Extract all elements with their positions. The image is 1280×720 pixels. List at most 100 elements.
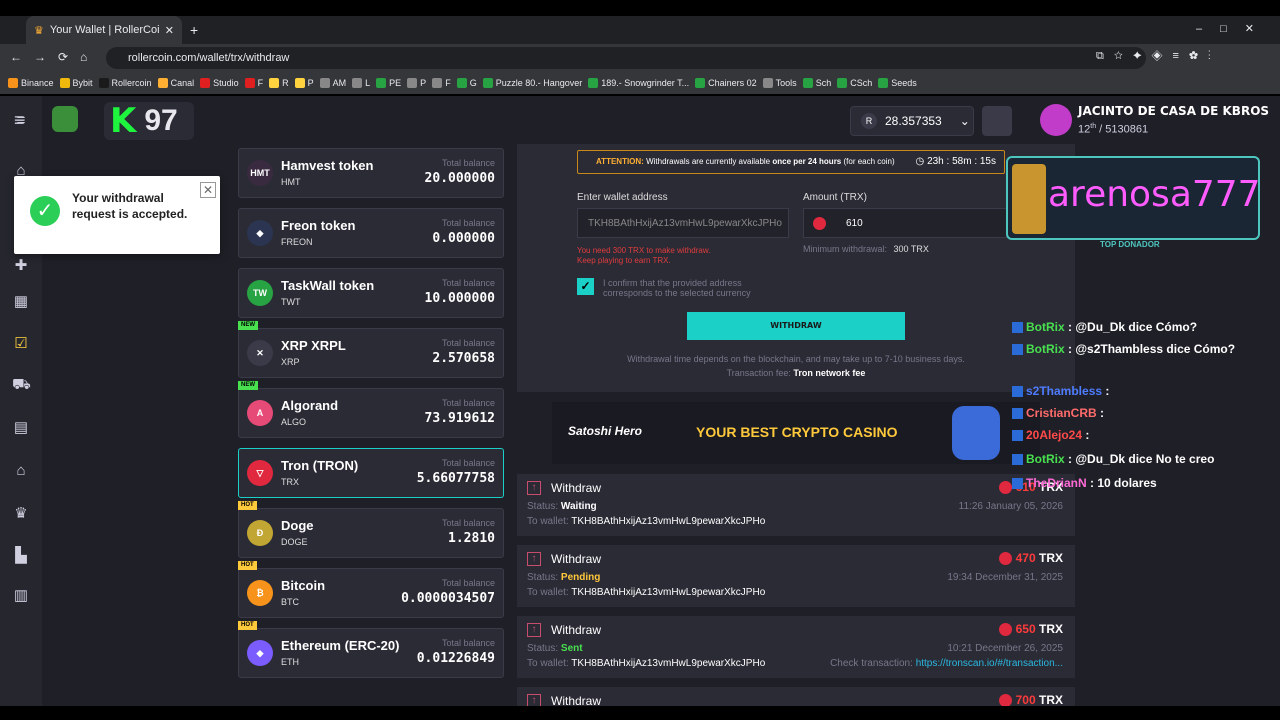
coin-symbol: FREON — [281, 237, 313, 247]
browser-tab[interactable]: ♛ Your Wallet | RollerCoin.com | W ✕ — [26, 16, 182, 44]
banner-slogan: YOUR BEST CRYPTO CASINO — [696, 424, 898, 440]
close-icon[interactable]: ✕ — [200, 182, 216, 198]
bookmark-item[interactable]: Seeds — [878, 78, 917, 88]
coin-item-xrp[interactable]: ✕ XRP XRPL XRP Total balance 2.570658 NEW — [238, 321, 504, 378]
shop-icon[interactable]: ⌂ — [12, 462, 30, 480]
streamer-overlay: arenosa777 — [1006, 156, 1261, 240]
bookmark-item[interactable]: AM — [319, 78, 346, 88]
coin-icon: ✕ — [247, 340, 273, 366]
coin-item-btc[interactable]: ₿ Bitcoin BTC Total balance 0.0000034507… — [238, 561, 504, 618]
window-controls[interactable]: –□✕ — [1196, 22, 1272, 35]
total-balance-label: Total balance — [441, 458, 495, 468]
bookmark-icon — [319, 78, 330, 88]
coin-icon: ◆ — [247, 640, 273, 666]
coin-item-hmt[interactable]: HMT Hamvest token HMT Total balance 20.0… — [238, 148, 504, 198]
address-toolbar: ←→⟳⌂ rollercoin.com/wallet/trx/withdraw … — [0, 44, 1280, 72]
transaction-link[interactable]: https://tronscan.io/#/transaction... — [916, 658, 1063, 669]
leaderboard-icon[interactable]: ▙ — [12, 546, 30, 564]
coin-item-algo[interactable]: A Algorand ALGO Total balance 73.919612 N… — [238, 381, 504, 438]
calendar-icon[interactable]: ▦ — [12, 292, 30, 310]
bookmark-item[interactable]: Sch — [802, 78, 831, 88]
withdraw-item: ↑ Withdraw 610 TRX Status: Waiting To wal… — [517, 474, 1075, 536]
chat-message: 20Alejo24 : — [1012, 426, 1270, 445]
balance-selector[interactable]: R 28.357353 ⌄ — [850, 106, 974, 136]
total-balance-label: Total balance — [441, 638, 495, 648]
bookmark-item[interactable]: L — [352, 78, 370, 88]
game-icon[interactable]: ✚ — [12, 256, 30, 274]
coin-item-freon[interactable]: ◆ Freon token FREON Total balance 0.0000… — [238, 208, 504, 258]
bookmark-item[interactable]: Chainers 02 — [695, 78, 757, 88]
coin-name: Ethereum (ERC-20) — [281, 638, 400, 653]
tasks-icon[interactable]: ☑ — [12, 334, 30, 352]
coin-symbol: ETH — [281, 657, 299, 667]
withdraw-title: Withdraw — [551, 623, 602, 637]
coin-item-trx[interactable]: ▽ Tron (TRON) TRX Total balance 5.660777… — [238, 448, 504, 498]
bookmark-item[interactable]: Rollercoin — [98, 78, 152, 88]
total-balance-label: Total balance — [441, 278, 495, 288]
coin-item-eth[interactable]: ◆ Ethereum (ERC-20) ETH Total balance 0.… — [238, 621, 504, 678]
withdraw-note: Withdrawal time depends on the blockchai… — [627, 354, 965, 364]
user-name[interactable]: JACINTO DE CASA DE KBROS — [1078, 104, 1269, 118]
bookmark-item[interactable]: F — [244, 78, 263, 88]
tron-icon — [998, 552, 1012, 566]
chat-badge-icon — [1012, 344, 1023, 356]
coin-item-doge[interactable]: Ð Doge DOGE Total balance 1.2810 HOT — [238, 501, 504, 558]
extensions-icons[interactable]: ⧉☆✦◈≡✿⋮ — [1096, 50, 1221, 63]
bookmark-icon — [762, 78, 773, 88]
nav-buttons[interactable]: ←→⟳⌂ — [10, 50, 99, 64]
bookmark-item[interactable]: Bybit — [59, 78, 93, 88]
bookmark-item[interactable]: PE — [376, 78, 401, 88]
cart-icon[interactable]: ⛟ — [12, 376, 31, 394]
bookmark-item[interactable]: Puzzle 80.- Hangover — [482, 78, 582, 88]
logo-icon[interactable] — [52, 106, 78, 132]
bookmark-icon — [98, 78, 109, 88]
clock-icon: ◷ — [915, 156, 925, 167]
withdraw-item: ↑ Withdraw 700 TRX — [517, 687, 1075, 706]
chat-message: BotRix : @Du_Dk dice Cómo? — [1012, 318, 1270, 337]
confirm-checkbox[interactable]: ✓ — [577, 278, 594, 295]
withdraw-button[interactable]: WITHDRAW — [687, 312, 905, 340]
coin-badge: NEW — [238, 321, 258, 330]
wallet-button[interactable] — [982, 106, 1012, 136]
bookmark-item[interactable]: G — [456, 78, 477, 88]
coin-item-twt[interactable]: TW TaskWall token TWT Total balance 10.0… — [238, 268, 504, 318]
chat-badge-icon — [1012, 386, 1023, 398]
bookmark-item[interactable]: CSch — [837, 78, 872, 88]
bookmark-item[interactable]: Canal — [157, 78, 194, 88]
withdraw-date: 11:26 January 05, 2026 — [958, 501, 1063, 512]
amount-input[interactable]: 610 — [803, 208, 1007, 238]
coin-balance: 1.2810 — [448, 531, 495, 546]
withdraw-icon: ↑ — [527, 552, 541, 566]
coin-icon: A — [247, 400, 273, 426]
hamburger-icon[interactable]: ≡ — [14, 110, 25, 131]
close-tab-icon[interactable]: ✕ — [165, 24, 174, 37]
avatar[interactable] — [1040, 104, 1072, 136]
coin-symbol: BTC — [281, 597, 299, 607]
wallet-address-input[interactable]: TKH8BAthHxijAz13vmHwL9pewarXkcJPHo — [577, 208, 789, 238]
bookmark-icon — [407, 78, 418, 88]
bookmark-icon — [59, 78, 70, 88]
withdraw-icon: ↑ — [527, 623, 541, 637]
bookmark-item[interactable]: F — [432, 78, 451, 88]
trophy-icon[interactable]: ♛ — [12, 504, 30, 522]
bookmark-item[interactable]: P — [407, 78, 426, 88]
total-balance-label: Total balance — [441, 518, 495, 528]
coin-name: Freon token — [281, 218, 356, 233]
bookmark-item[interactable]: Binance — [8, 78, 54, 88]
bookmark-item[interactable]: 189.- Snowgrinder T... — [588, 78, 689, 88]
bookmark-item[interactable]: R — [269, 78, 289, 88]
casino-banner[interactable]: Satoshi Hero YOUR BEST CRYPTO CASINO — [552, 402, 1040, 464]
url-input[interactable]: rollercoin.com/wallet/trx/withdraw — [106, 47, 1146, 69]
withdraw-wallet: To wallet: TKH8BAthHxijAz13vmHwL9pewarXk… — [527, 658, 766, 669]
top-donor-label: TOP DONADOR — [1100, 240, 1160, 249]
new-tab-icon[interactable]: + — [190, 22, 198, 38]
coin-name: TaskWall token — [281, 278, 375, 293]
withdraw-icon: ↑ — [527, 694, 541, 706]
bookmark-item[interactable]: Studio — [200, 78, 239, 88]
storage-icon[interactable]: ▤ — [12, 418, 30, 436]
news-icon[interactable]: ▥ — [12, 586, 30, 604]
coin-icon: HMT — [247, 160, 273, 186]
bookmark-item[interactable]: Tools — [762, 78, 797, 88]
chat-message: TheDrianN : 10 dolares — [1012, 474, 1270, 493]
bookmark-item[interactable]: P — [294, 78, 314, 88]
